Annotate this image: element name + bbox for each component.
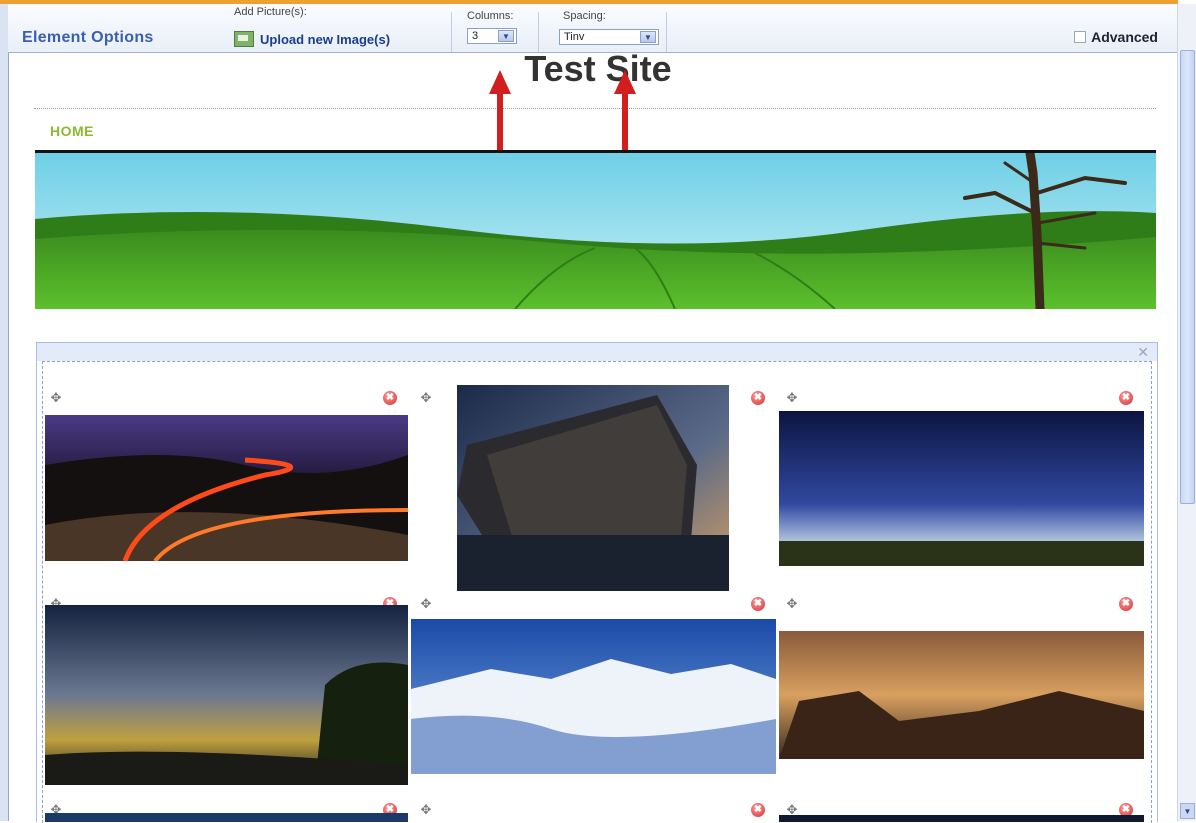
move-handle-icon[interactable]: ✥: [785, 391, 799, 405]
move-handle-icon[interactable]: ✥: [785, 597, 799, 611]
scroll-down-arrow-icon[interactable]: ▼: [1180, 803, 1195, 819]
gallery-photo-rocky-coast[interactable]: [779, 631, 1144, 759]
element-options-title: Element Options: [22, 29, 154, 46]
delete-icon[interactable]: ✖: [383, 391, 397, 405]
left-frame-border: [0, 4, 9, 821]
gallery-photo-coastal-night[interactable]: [45, 605, 408, 785]
add-pictures-label: Add Picture(s):: [234, 6, 307, 18]
advanced-checkbox[interactable]: [1074, 31, 1087, 43]
delete-icon[interactable]: ✖: [1119, 597, 1133, 611]
advanced-toggle[interactable]: Advanced: [1074, 29, 1158, 45]
scrollbar-thumb[interactable]: [1180, 50, 1195, 504]
gallery-photo-skyscraper[interactable]: [457, 385, 729, 591]
toolbar-divider: [538, 12, 539, 52]
close-icon[interactable]: ✕: [1137, 344, 1149, 361]
delete-icon[interactable]: ✖: [1119, 391, 1133, 405]
nav-home-link[interactable]: HOME: [50, 123, 94, 139]
columns-label: Columns:: [467, 10, 514, 22]
red-arrow-annotation: [489, 70, 511, 150]
upload-images-button[interactable]: Upload new Image(s): [234, 31, 390, 47]
gallery-photo-snowy-mountains[interactable]: [411, 619, 776, 774]
columns-value: 3: [472, 30, 479, 42]
spacing-value: Tinv: [564, 31, 585, 43]
move-handle-icon[interactable]: ✥: [419, 597, 433, 611]
site-title: Test Site: [524, 48, 672, 89]
move-handle-icon[interactable]: ✥: [49, 391, 63, 405]
element-options-toolbar: Element Options Add Picture(s): Upload n…: [8, 4, 1178, 53]
delete-icon[interactable]: ✖: [751, 803, 765, 817]
chevron-down-icon: ▼: [640, 31, 656, 43]
delete-icon[interactable]: ✖: [751, 597, 765, 611]
image-upload-icon: [234, 31, 254, 47]
spacing-label: Spacing:: [563, 10, 606, 22]
upload-images-label: Upload new Image(s): [260, 31, 391, 47]
gallery-photo-night-horizon[interactable]: [779, 411, 1144, 566]
toolbar-divider: [666, 12, 667, 52]
toolbar-divider: [451, 12, 452, 52]
gallery-header-bar: ✕: [37, 343, 1157, 361]
move-handle-icon[interactable]: ✥: [419, 391, 433, 405]
spacing-select[interactable]: Tinv ▼: [559, 29, 659, 45]
move-handle-icon[interactable]: ✥: [419, 803, 433, 817]
delete-icon[interactable]: ✖: [751, 391, 765, 405]
advanced-label: Advanced: [1091, 29, 1158, 45]
header-banner-image: [35, 153, 1156, 309]
vertical-scrollbar[interactable]: ▼: [1177, 4, 1196, 821]
gallery-photo-night-road[interactable]: [45, 415, 408, 561]
chevron-down-icon: ▼: [498, 30, 514, 42]
header-divider: [34, 108, 1156, 109]
photo-gallery-element: ✕ ✥ ✖ ✥ ✖ ✥ ✖ ✥ ✖ ✥ ✖ ✥ ✖ ✥ ✖ ✥ ✖ ✥ ✖: [36, 342, 1158, 823]
columns-select[interactable]: 3 ▼: [467, 28, 517, 44]
red-arrow-annotation: [614, 70, 636, 150]
